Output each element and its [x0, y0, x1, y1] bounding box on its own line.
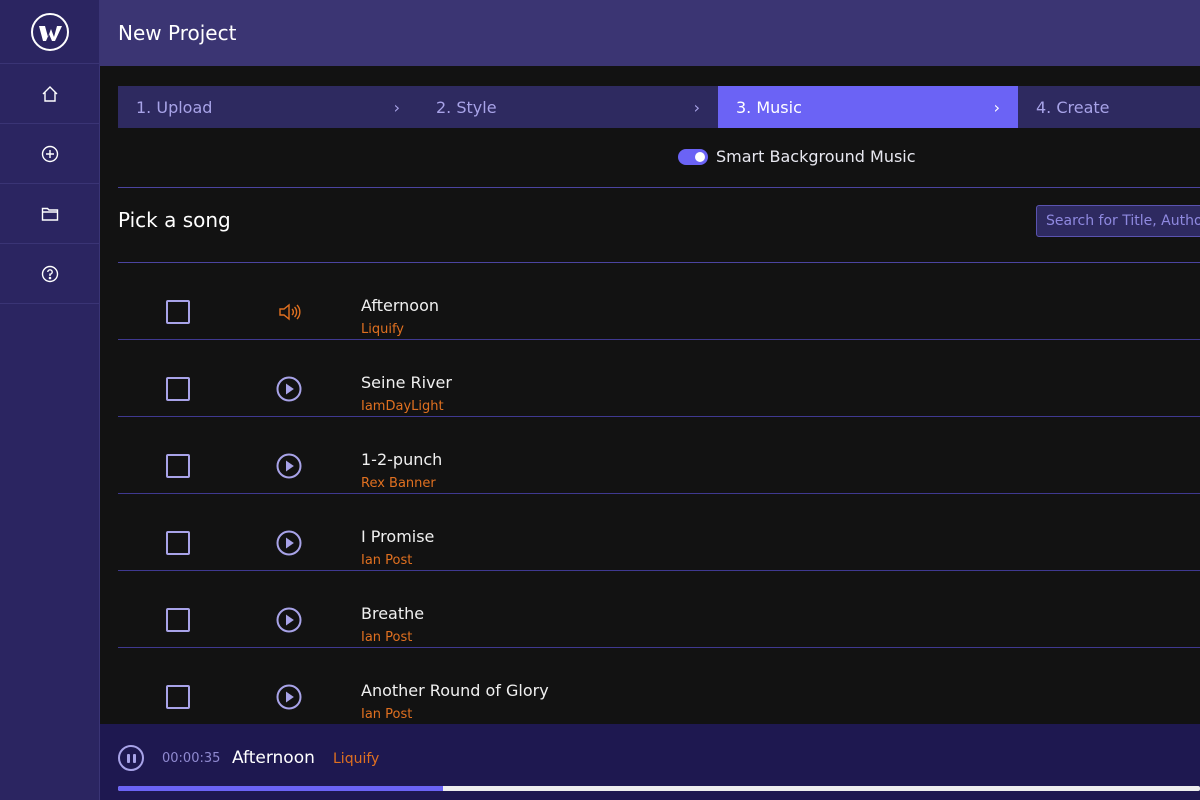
section-title: Pick a song	[118, 208, 231, 232]
song-row[interactable]: 1-2-punch Rex Banner	[118, 417, 1200, 494]
song-title: Breathe	[361, 604, 425, 623]
song-author: Rex Banner	[361, 476, 436, 491]
smart-music-row: Smart Background Music	[678, 147, 916, 166]
progress-bar[interactable]	[118, 786, 1200, 791]
smart-music-toggle[interactable]	[678, 148, 708, 165]
chevron-right-icon: ›	[693, 97, 700, 117]
main-content: 1. Upload › 2. Style › 3. Music › 4. Create…	[100, 66, 1200, 724]
song-author: IamDayLight	[361, 399, 444, 414]
song-author: Ian Post	[361, 707, 413, 722]
play-icon[interactable]	[276, 607, 302, 633]
chevron-right-icon: ›	[993, 97, 1000, 117]
song-author: Ian Post	[361, 630, 413, 645]
speaker-icon[interactable]	[276, 299, 302, 325]
step-label: 1. Upload	[136, 97, 213, 117]
sidebar-item-projects[interactable]	[0, 184, 99, 244]
player-author: Liquify	[333, 751, 380, 767]
step-music[interactable]: 3. Music ›	[718, 86, 1018, 128]
step-upload[interactable]: 1. Upload ›	[118, 86, 418, 128]
step-label: 4. Create	[1036, 97, 1110, 117]
sidebar-item-new[interactable]	[0, 124, 99, 184]
song-title: I Promise	[361, 527, 435, 546]
progress-fill	[118, 786, 443, 791]
song-author: Liquify	[361, 322, 404, 337]
song-row[interactable]: Seine River IamDayLight	[118, 340, 1200, 417]
song-checkbox[interactable]	[166, 377, 190, 401]
step-label: 3. Music	[736, 97, 802, 117]
search-input[interactable]	[1036, 205, 1200, 237]
step-style[interactable]: 2. Style ›	[418, 86, 718, 128]
sidebar-item-help[interactable]	[0, 244, 99, 304]
divider	[118, 187, 1200, 188]
play-icon[interactable]	[276, 453, 302, 479]
song-checkbox[interactable]	[166, 685, 190, 709]
logo-icon	[30, 12, 69, 51]
song-title: Afternoon	[361, 296, 439, 315]
logo[interactable]	[0, 0, 99, 64]
song-checkbox[interactable]	[166, 531, 190, 555]
song-list: Afternoon Liquify Seine River IamDayLigh…	[118, 263, 1200, 724]
song-title: Another Round of Glory	[361, 681, 549, 700]
sidebar	[0, 0, 100, 800]
audio-player: 00:00:35 Afternoon Liquify	[100, 724, 1200, 800]
song-row[interactable]: Breathe Ian Post	[118, 571, 1200, 648]
help-icon	[41, 265, 58, 282]
playback-time: 00:00:35	[162, 751, 221, 766]
song-title: Seine River	[361, 373, 452, 392]
play-icon[interactable]	[276, 530, 302, 556]
header: New Project	[100, 0, 1200, 66]
player-title: Afternoon	[232, 748, 315, 768]
song-checkbox[interactable]	[166, 300, 190, 324]
home-icon	[42, 85, 57, 102]
pause-icon	[126, 753, 130, 763]
song-title: 1-2-punch	[361, 450, 443, 469]
chevron-right-icon: ›	[393, 97, 400, 117]
song-row[interactable]: I Promise Ian Post	[118, 494, 1200, 571]
play-icon[interactable]	[276, 684, 302, 710]
song-row[interactable]: Another Round of Glory Ian Post	[118, 648, 1200, 724]
pause-icon	[132, 753, 136, 763]
step-create[interactable]: 4. Create	[1018, 86, 1200, 128]
song-row[interactable]: Afternoon Liquify	[118, 263, 1200, 340]
folder-icon	[41, 207, 58, 221]
song-checkbox[interactable]	[166, 454, 190, 478]
pause-button[interactable]	[118, 745, 144, 771]
stepper: 1. Upload › 2. Style › 3. Music › 4. Create	[118, 86, 1200, 128]
smart-music-label: Smart Background Music	[716, 147, 916, 166]
plus-circle-icon	[41, 145, 58, 162]
step-label: 2. Style	[436, 97, 497, 117]
page-title: New Project	[118, 21, 237, 45]
play-icon[interactable]	[276, 376, 302, 402]
sidebar-item-home[interactable]	[0, 64, 99, 124]
song-author: Ian Post	[361, 553, 413, 568]
song-checkbox[interactable]	[166, 608, 190, 632]
